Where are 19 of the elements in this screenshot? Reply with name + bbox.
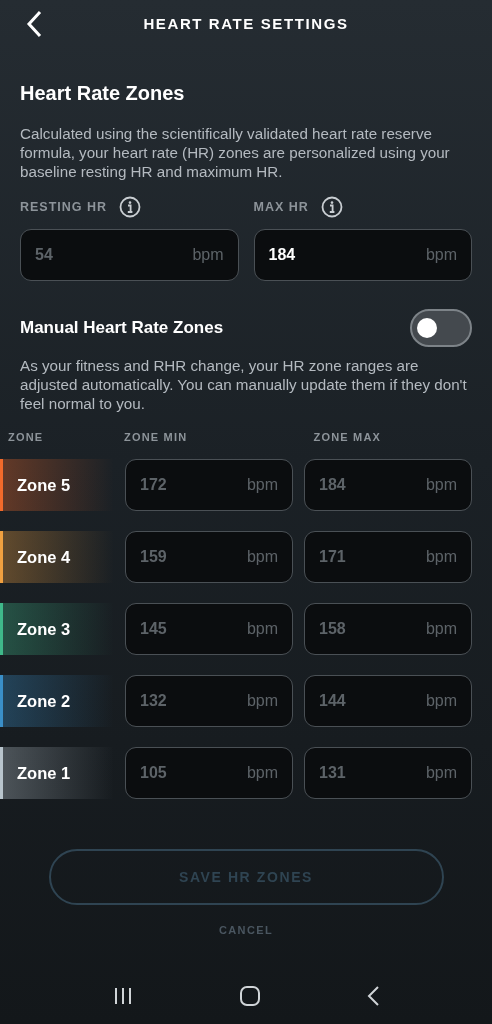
setting-title: Manual Heart Rate Zones — [20, 318, 224, 338]
toggle-switch[interactable] — [410, 309, 472, 347]
screen-title: HEART RATE SETTINGS — [143, 14, 349, 32]
section-title: Heart Rate Zones — [20, 82, 186, 105]
back-button[interactable] — [24, 8, 44, 40]
input-field[interactable]: 184 bpm — [253, 229, 472, 281]
field-label: MAX HR — [253, 200, 309, 214]
info-icon[interactable] — [119, 196, 142, 218]
field-label: RESTING HR — [20, 200, 108, 214]
description: As your fitness and RHR change, your HR zone ranges are adjusted automatically. You can manually update them if they don't feel normal to you. — [20, 356, 468, 413]
column-header: ZONE MIN — [124, 431, 189, 443]
back-icon[interactable] — [366, 986, 379, 1006]
home-icon[interactable] — [240, 986, 260, 1006]
description: Calculated using the scientifically validated heart rate reserve formula, your heart rate (HR) zones are personalized using your baseline resting HR and maximum HR. — [20, 124, 451, 181]
input-field[interactable]: 54 bpm — [20, 229, 239, 281]
recent-apps-icon[interactable] — [113, 987, 134, 1005]
info-icon[interactable] — [320, 196, 343, 218]
column-header: ZONE MAX — [313, 431, 383, 443]
column-header: ZONE — [8, 431, 45, 443]
